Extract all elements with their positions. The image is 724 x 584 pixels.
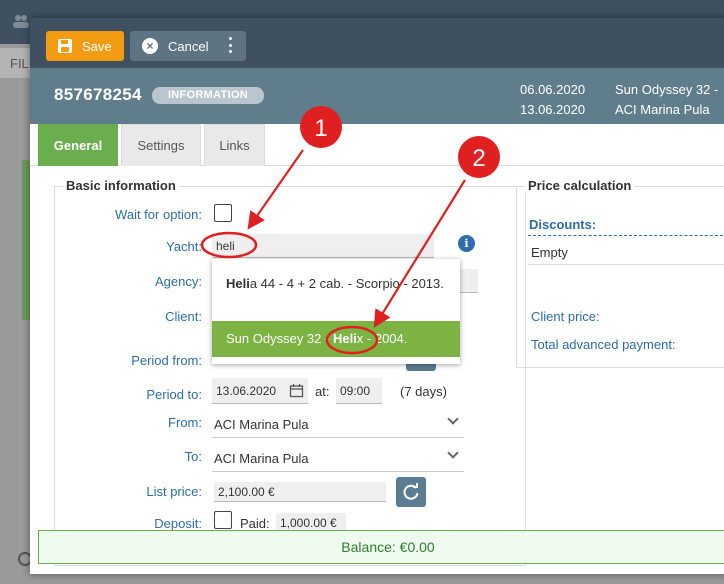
header-base: ACI Marina Pula [615,102,710,117]
calendar-icon[interactable] [289,383,304,398]
to-value: ACI Marina Pula [214,451,309,466]
basic-information-title: Basic information [63,178,179,193]
yacht-input[interactable]: heli [212,234,434,258]
tab-bar: General Settings Links [30,124,724,166]
header-date-from: 06.06.2020 [520,82,586,97]
to-select[interactable]: ACI Marina Pula [212,444,464,472]
paid-label: Paid: [240,516,270,531]
list-price-input[interactable]: 2,100.00 € [214,482,386,502]
save-icon [58,39,72,53]
tab-settings[interactable]: Settings [121,124,201,166]
period-to-label: Period to: [146,387,202,402]
from-value: ACI Marina Pula [214,417,309,432]
deposit-label: Deposit: [154,516,202,531]
background-filter-label: FIL [10,56,29,71]
from-label: From: [168,415,202,430]
balance-bar: Balance: €0.00 [38,530,724,564]
period-to-value: 13.06.2020 [216,383,277,398]
cancel-label: Cancel [168,38,209,54]
list-price-label: List price: [146,484,202,499]
booking-header: 857678254 INFORMATION 06.06.2020 13.06.2… [30,68,724,124]
info-icon[interactable]: i [458,235,475,252]
paid-value: 1,000.00 € [280,515,337,530]
save-label: Save [82,38,112,54]
header-yacht: Sun Odyssey 32 - [615,82,719,97]
wait-for-option-label: Wait for option: [115,207,202,222]
agency-label: Agency: [155,274,202,289]
chevron-down-icon [447,413,459,425]
time-value: 09:00 [340,383,371,398]
discounts-row: Discounts: [528,216,724,236]
users-icon [13,15,29,28]
list-price-value: 2,100.00 € [218,484,275,499]
period-from-label: Period from: [131,353,202,368]
time-input[interactable]: 09:00 [336,378,382,404]
discounts-label: Discounts: [529,217,597,232]
discounts-value-row: Empty [528,243,724,265]
agency-input-edge[interactable] [460,269,478,293]
status-badge: INFORMATION [152,87,264,104]
tab-links[interactable]: Links [204,124,265,166]
save-button[interactable]: Save [46,31,124,61]
close-icon: × [142,38,158,54]
tab-general[interactable]: General [38,124,118,166]
modal-toolbar: Save × Cancel [30,18,724,68]
header-yacht-info: Sun Odyssey 32 - ACI Marina Pula [615,80,718,120]
days-count: (7 days) [400,384,447,399]
client-price-label: Client price: [531,309,600,324]
deposit-checkbox[interactable] [214,511,232,529]
yacht-autocomplete-list: Helia 44 - 4 + 2 cab. - Scorpio - 2013. … [212,259,460,364]
at-label: at: [315,384,330,399]
yacht-input-value: heli [216,238,235,253]
background-green-strip [22,160,30,320]
discounts-value: Empty [531,245,568,260]
booking-number: 857678254 [54,85,142,104]
more-options-icon[interactable] [228,37,232,53]
refresh-icon [403,483,419,500]
header-date-to: 13.06.2020 [520,102,586,117]
price-calculation-title: Price calculation [525,178,635,193]
chevron-down-icon [447,447,459,459]
header-dates: 06.06.2020 13.06.2020 [520,80,585,120]
booking-modal: Save × Cancel 857678254 INFORMATION 06.0… [30,18,724,574]
refresh-button[interactable] [396,477,426,507]
autocomplete-option[interactable]: Helia 44 - 4 + 2 cab. - Scorpio - 2013. [212,275,460,293]
total-advanced-payment-label: Total advanced payment: [531,337,676,352]
autocomplete-option-selected[interactable]: Sun Odyssey 32 - Helix - 2004. [212,321,460,357]
yacht-label: Yacht: [166,239,202,254]
wait-for-option-checkbox[interactable] [214,204,232,222]
to-label: To: [184,449,202,464]
from-select[interactable]: ACI Marina Pula [212,410,464,438]
client-label: Client: [165,309,202,324]
